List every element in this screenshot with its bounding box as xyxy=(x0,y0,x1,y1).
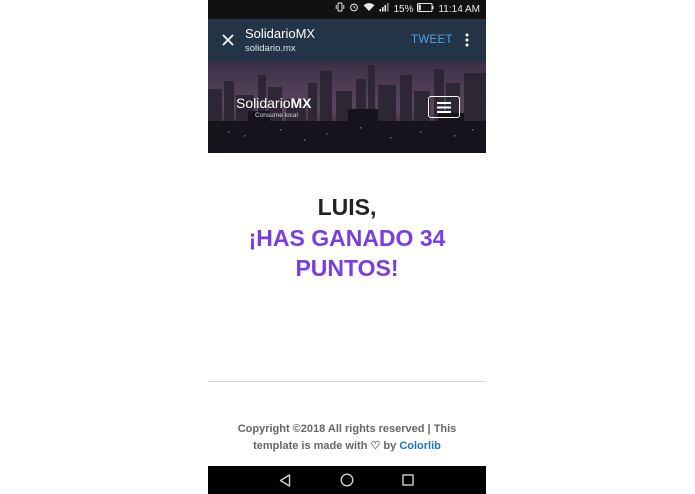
close-icon[interactable] xyxy=(216,28,240,52)
alarm-icon xyxy=(349,0,359,19)
back-icon[interactable] xyxy=(277,472,293,488)
phone-screen: 15% 11:14 AM SolidarioMX solidario.mx TW… xyxy=(208,0,486,494)
signal-icon xyxy=(379,0,390,19)
custom-tab-toolbar: SolidarioMX solidario.mx TWEET xyxy=(208,19,486,61)
status-icons: 15% 11:14 AM xyxy=(335,0,480,19)
page-title: SolidarioMX xyxy=(245,26,316,41)
battery-icon xyxy=(417,0,435,19)
footer-divider xyxy=(208,381,486,382)
greeting-name: LUIS, xyxy=(317,194,377,220)
heart-icon: ♡ xyxy=(370,440,381,452)
points-message: ¡HAS GANADO 34 PUNTOS! xyxy=(248,225,446,281)
hero-banner: SolidarioMX Consume local xyxy=(208,61,486,153)
more-vert-icon[interactable] xyxy=(462,31,472,49)
vibrate-icon xyxy=(335,0,345,19)
logo-tagline: Consume local xyxy=(255,112,298,119)
wifi-icon xyxy=(363,0,375,19)
tweet-button[interactable]: TWEET xyxy=(411,33,453,47)
footer-copyright: Copyright ©2018 All rights reserved | Th… xyxy=(222,421,472,455)
android-nav-bar xyxy=(208,466,486,494)
page-url: solidario.mx xyxy=(245,43,296,54)
logo-text-light: Solidario xyxy=(236,95,291,111)
hamburger-menu-icon[interactable] xyxy=(428,96,460,118)
colorlib-link[interactable]: Colorlib xyxy=(399,440,441,452)
recents-icon[interactable] xyxy=(400,472,416,488)
status-bar: 15% 11:14 AM xyxy=(208,0,486,19)
home-icon[interactable] xyxy=(339,472,355,488)
by-text: by xyxy=(383,440,397,452)
battery-percent: 15% xyxy=(393,4,414,15)
clock: 11:14 AM xyxy=(438,4,480,15)
logo-text-bold: MX xyxy=(290,95,312,111)
site-logo[interactable]: SolidarioMX xyxy=(236,95,311,111)
